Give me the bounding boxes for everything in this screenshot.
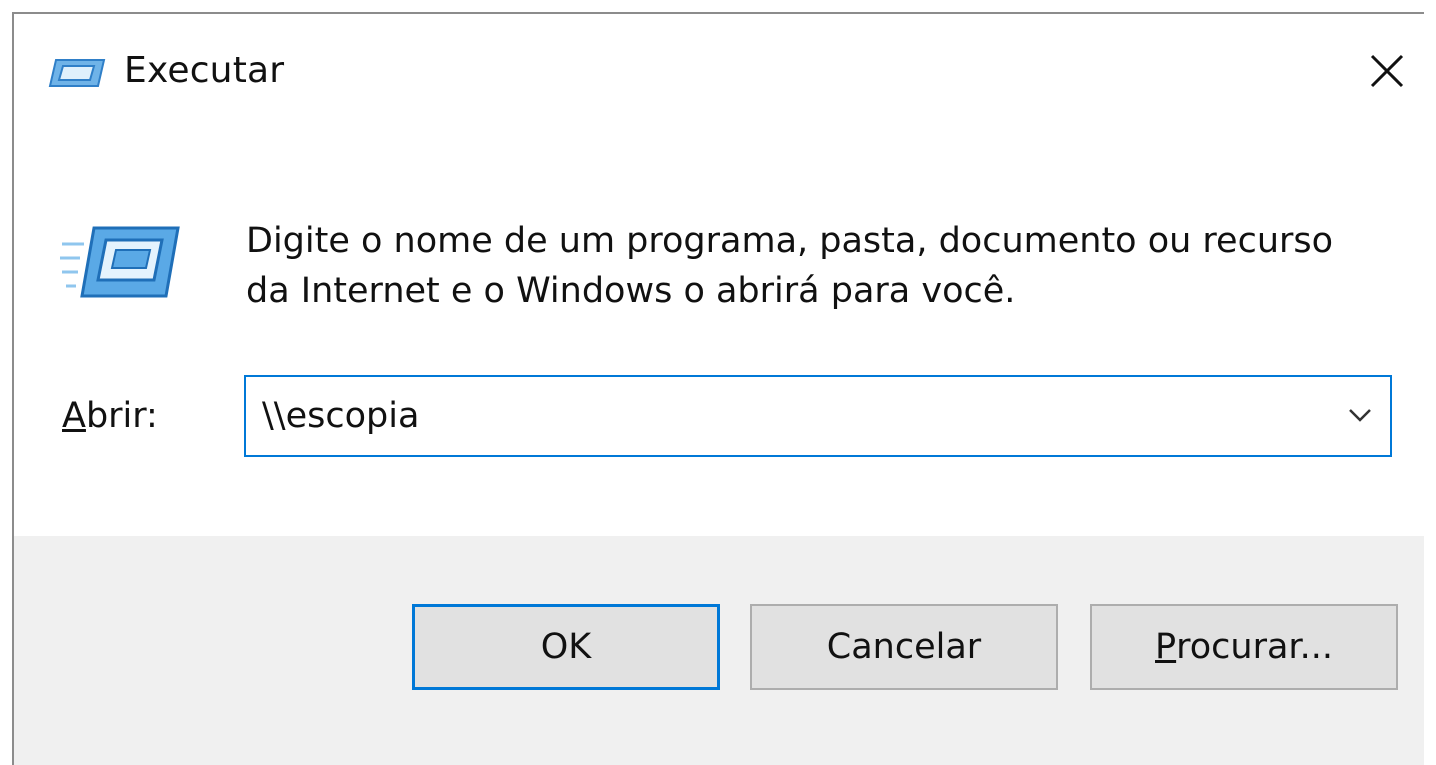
- window-title: Executar: [124, 50, 285, 91]
- open-label: Abrir:: [62, 396, 158, 436]
- cancel-button[interactable]: Cancelar: [750, 604, 1058, 690]
- run-dialog: Executar Digite o nome de um programa, p…: [12, 12, 1424, 765]
- run-icon: [48, 59, 106, 87]
- run-program-icon: [60, 226, 180, 298]
- browse-label: rocurar...: [1176, 627, 1333, 667]
- ok-button[interactable]: OK: [412, 604, 720, 690]
- close-icon[interactable]: [1360, 44, 1414, 98]
- open-input[interactable]: [246, 377, 1306, 455]
- dialog-description: Digite o nome de um programa, pasta, doc…: [246, 221, 1334, 311]
- button-bar: OK Cancelar Procurar...: [14, 536, 1424, 765]
- chevron-down-icon[interactable]: [1338, 393, 1382, 437]
- open-label-mnemonic: A: [62, 396, 86, 436]
- browse-mnemonic: P: [1155, 627, 1177, 667]
- browse-button[interactable]: Procurar...: [1090, 604, 1398, 690]
- open-label-text: brir:: [85, 396, 158, 436]
- title-bar[interactable]: Executar: [14, 14, 1424, 130]
- open-combobox[interactable]: [244, 375, 1392, 457]
- dialog-content: Digite o nome de um programa, pasta, doc…: [14, 130, 1424, 536]
